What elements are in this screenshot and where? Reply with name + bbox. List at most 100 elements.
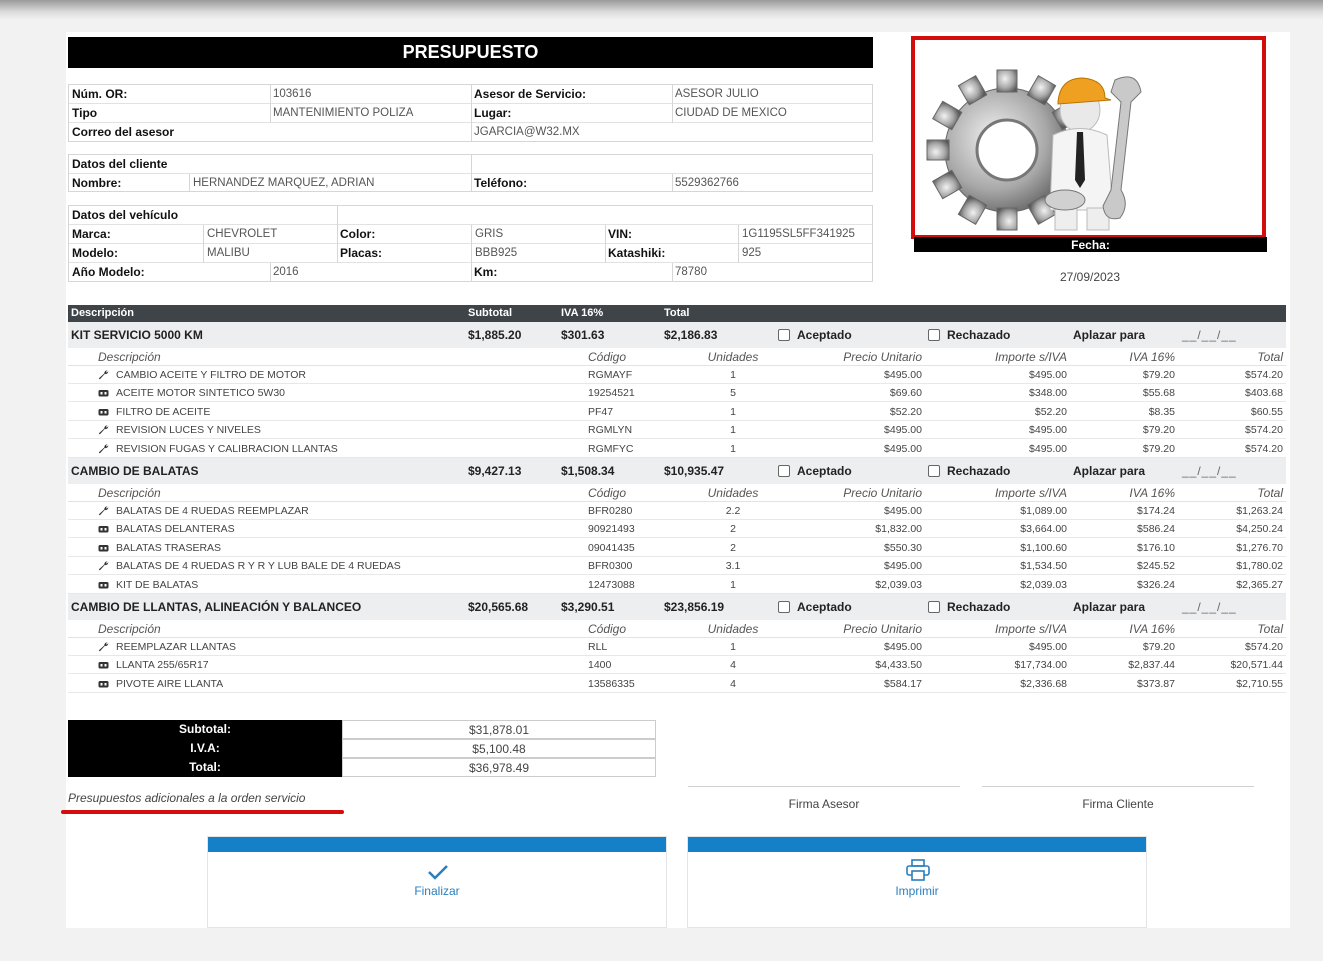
checkbox-box[interactable] xyxy=(778,464,790,477)
item-codigo: BFR0300 xyxy=(588,560,633,573)
part-icon xyxy=(98,680,109,688)
group-name: KIT SERVICIO 5000 KM xyxy=(71,328,203,342)
subtotal-label: Subtotal: xyxy=(68,720,342,739)
item-iva: $174.24 xyxy=(1137,505,1175,517)
group-subtotal: $1,885.20 xyxy=(468,328,522,342)
item-total: $2,710.55 xyxy=(1236,677,1283,690)
rechazado-checkbox[interactable]: Rechazado xyxy=(928,594,1010,620)
subheader-importe: Importe s/IVA xyxy=(994,622,1067,636)
item-codigo: RGMAYF xyxy=(588,369,633,381)
aceptado-label: Aceptado xyxy=(797,464,852,478)
additional-budgets-link[interactable]: Presupuestos adicionales a la orden serv… xyxy=(68,791,305,805)
aceptado-checkbox[interactable]: Aceptado xyxy=(778,458,852,484)
placas-value: BBB925 xyxy=(475,247,518,259)
modelo-label: Modelo: xyxy=(72,246,118,260)
part-icon xyxy=(98,581,109,589)
item-unidades: 3.1 xyxy=(725,560,741,573)
aceptado-checkbox[interactable]: Aceptado xyxy=(778,594,852,620)
item-iva: $79.20 xyxy=(1142,369,1175,381)
subheader-precio: Precio Unitario xyxy=(843,486,922,500)
telefono-value: 5529362766 xyxy=(675,177,739,189)
item-total: $1,276.70 xyxy=(1236,541,1283,554)
item-total: $4,250.24 xyxy=(1236,523,1283,536)
item-unidades: 1 xyxy=(730,641,736,653)
item-total: $574.20 xyxy=(1245,442,1283,455)
item-row: BALATAS DE 4 RUEDAS R Y R Y LUB BALE DE … xyxy=(68,557,1286,576)
part-icon xyxy=(98,390,109,397)
subheader-descripcion: Descripción xyxy=(98,350,161,364)
subtotal-value: $31,878.01 xyxy=(342,720,656,739)
checkbox-box[interactable] xyxy=(928,600,940,613)
checkbox-box[interactable] xyxy=(928,328,940,341)
col-total: Total xyxy=(664,307,690,319)
mechanic-illustration xyxy=(911,36,1266,239)
item-iva: $586.24 xyxy=(1137,523,1175,536)
item-row: BALATAS DE 4 RUEDAS REEMPLAZAR BFR0280 2.2… xyxy=(68,502,1286,520)
item-importe: $495.00 xyxy=(1029,641,1067,653)
item-codigo: 19254521 xyxy=(588,387,635,400)
item-unidades: 2 xyxy=(730,541,736,554)
firma-cliente-label: Firma Cliente xyxy=(1082,797,1154,811)
subheader-unidades: Unidades xyxy=(707,486,759,500)
item-precio: $1,832.00 xyxy=(875,523,922,536)
group-row: CAMBIO DE BALATAS $9,427.13 $1,508.34 $10,9… xyxy=(68,458,1286,484)
anio-value: 2016 xyxy=(273,266,299,278)
subheader-codigo: Código xyxy=(588,486,627,500)
group-total: $10,935.47 xyxy=(664,464,725,478)
subheader-descripcion: Descripción xyxy=(98,486,161,500)
item-desc: LLANTA 255/65R17 xyxy=(116,659,209,672)
group-name: CAMBIO DE LLANTAS, ALINEACIÓN Y BALANCEO xyxy=(71,600,362,614)
item-iva: $245.52 xyxy=(1137,560,1175,573)
group-subtotal: $9,427.13 xyxy=(468,464,522,478)
item-iva: $176.10 xyxy=(1137,541,1175,554)
group-row: CAMBIO DE LLANTAS, ALINEACIÓN Y BALANCEO… xyxy=(68,594,1286,620)
item-codigo: 90921493 xyxy=(588,523,635,536)
subheader-codigo: Código xyxy=(588,622,627,636)
color-label: Color: xyxy=(340,227,376,241)
vin-label: VIN: xyxy=(608,227,632,241)
subheader-unidades: Unidades xyxy=(707,350,759,364)
top-shadow-bar xyxy=(0,0,1323,20)
item-precio: $4,433.50 xyxy=(875,659,922,672)
subheader-precio: Precio Unitario xyxy=(843,622,922,636)
aceptado-checkbox[interactable]: Aceptado xyxy=(778,322,852,348)
tipo-label: Tipo xyxy=(72,106,98,120)
subheader-iva: IVA 16% xyxy=(1129,350,1175,364)
finalizar-button[interactable]: Finalizar xyxy=(207,836,667,928)
lugar-value: CIUDAD DE MEXICO xyxy=(675,107,787,119)
wrench-icon xyxy=(98,642,109,652)
item-unidades: 5 xyxy=(730,387,736,400)
aplazar-date-field[interactable]: __/__/__ xyxy=(1182,322,1237,348)
items-subheader: Descripción Código Unidades Precio Unitario… xyxy=(68,620,1286,638)
item-row: ACEITE MOTOR SINTETICO 5W30 19254521 5 $69.… xyxy=(68,384,1286,403)
item-row: PIVOTE AIRE LLANTA 13586335 4 $584.17 $2,336… xyxy=(68,675,1286,693)
item-unidades: 4 xyxy=(730,659,736,672)
subheader-codigo: Código xyxy=(588,350,627,364)
imprimir-button[interactable]: Imprimir xyxy=(687,836,1147,928)
item-precio: $2,039.03 xyxy=(875,578,922,591)
firma-asesor-line xyxy=(688,786,960,787)
item-importe: $348.00 xyxy=(1029,387,1067,400)
checkbox-box[interactable] xyxy=(928,464,940,477)
item-precio: $495.00 xyxy=(884,505,922,517)
item-row: REEMPLAZAR LLANTAS RLL 1 $495.00 $495.00 $79.… xyxy=(68,638,1286,656)
firma-asesor-label: Firma Asesor xyxy=(788,797,860,811)
asesor-label: Asesor de Servicio: xyxy=(474,87,587,101)
rechazado-checkbox[interactable]: Rechazado xyxy=(928,322,1010,348)
item-unidades: 2.2 xyxy=(725,505,741,517)
aplazar-date-field[interactable]: __/__/__ xyxy=(1182,458,1237,484)
rechazado-label: Rechazado xyxy=(947,600,1011,614)
item-total: $60.55 xyxy=(1250,405,1283,418)
item-desc: REVISION LUCES Y NIVELES xyxy=(116,424,261,437)
item-codigo: 1400 xyxy=(588,659,612,672)
item-precio: $495.00 xyxy=(884,369,922,381)
checkbox-box[interactable] xyxy=(778,600,790,613)
page-title: PRESUPUESTO xyxy=(68,37,873,68)
item-row: LLANTA 255/65R17 1400 4 $4,433.50 $17,734.00… xyxy=(68,656,1286,675)
item-precio: $495.00 xyxy=(884,641,922,653)
subheader-unidades: Unidades xyxy=(707,622,759,636)
aplazar-date-field[interactable]: __/__/__ xyxy=(1182,594,1237,620)
checkbox-box[interactable] xyxy=(778,328,790,341)
rechazado-checkbox[interactable]: Rechazado xyxy=(928,458,1010,484)
item-codigo: 13586335 xyxy=(588,677,635,690)
